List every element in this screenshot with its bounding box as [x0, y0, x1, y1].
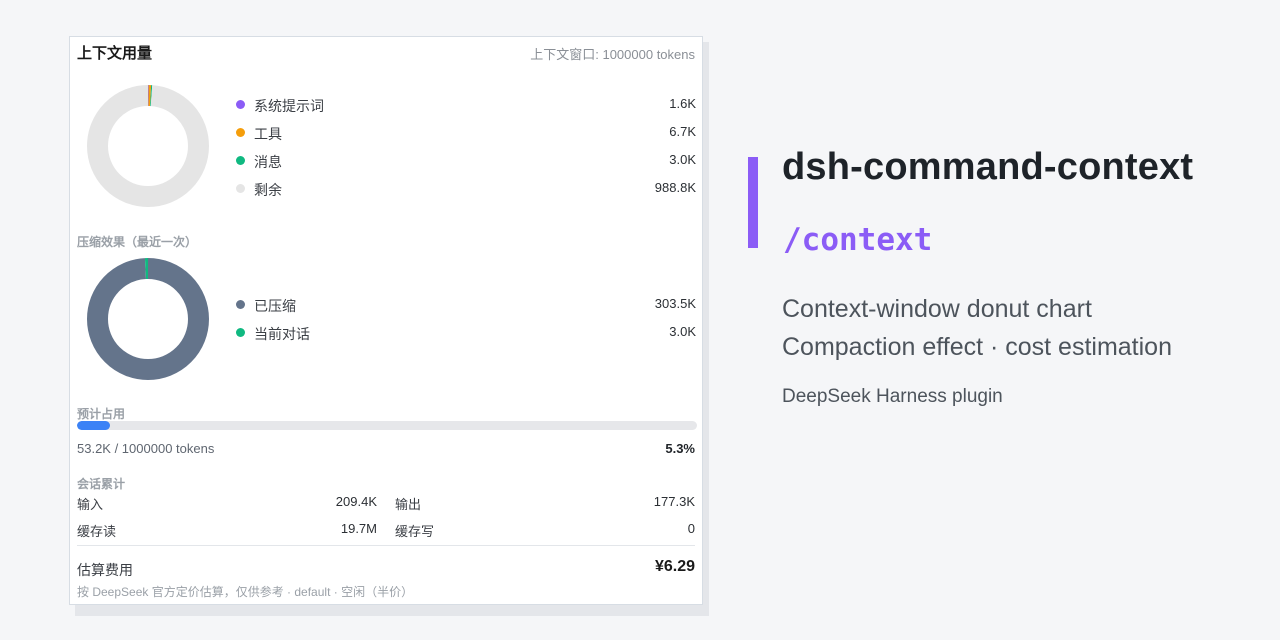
compaction-section-title: 压缩效果（最近一次）	[77, 235, 198, 249]
plugin-description-line-2: Compaction effect · cost estimation	[782, 333, 1172, 361]
output-value: 177.3K	[653, 494, 695, 509]
donut-slice-compressed	[87, 258, 209, 380]
input-value: 209.4K	[335, 494, 377, 509]
legend-dot	[236, 156, 245, 165]
card-title: 上下文用量	[77, 45, 153, 62]
plugin-description-line-1: Context-window donut chart	[782, 295, 1092, 323]
legend-value: 3.0K	[669, 152, 696, 167]
plugin-command: /context	[783, 222, 933, 258]
output-label: 输出	[395, 497, 422, 512]
session-section-title: 会话累计	[77, 477, 126, 491]
plugin-name: dsh-command-context	[782, 146, 1194, 188]
input-label: 输入	[77, 497, 104, 512]
legend-dot	[236, 184, 245, 193]
usage-progress-bar	[77, 421, 697, 430]
compaction-donut-chart	[87, 258, 209, 380]
legend-dot	[236, 328, 245, 337]
cost-value: ¥6.29	[654, 558, 695, 575]
legend-item-system-prompt: 系统提示词 1.6K	[236, 95, 696, 115]
legend-item-tools: 工具 6.7K	[236, 123, 696, 143]
usage-tokens-text: 53.2K / 1000000 tokens	[77, 441, 215, 456]
legend-label: 当前对话	[254, 326, 310, 342]
legend-value: 988.8K	[654, 180, 696, 195]
legend-label: 已压缩	[254, 298, 296, 314]
divider	[77, 545, 695, 546]
legend-label: 工具	[254, 126, 282, 142]
donut-slice-remaining	[87, 85, 209, 207]
usage-percent: 5.3%	[665, 441, 695, 456]
legend-item-messages: 消息 3.0K	[236, 151, 696, 171]
cache-write-label: 缓存写	[395, 524, 435, 539]
legend-item-remaining: 剩余 988.8K	[236, 179, 696, 199]
usage-progress-fill	[77, 421, 110, 430]
cache-read-label: 缓存读	[77, 524, 117, 539]
legend-value: 3.0K	[669, 324, 696, 339]
context-donut-chart	[87, 85, 209, 207]
legend-label: 消息	[254, 154, 282, 170]
legend-value: 1.6K	[669, 96, 696, 111]
plugin-subtitle: DeepSeek Harness plugin	[782, 386, 1003, 407]
estimate-section-title: 预计占用	[77, 407, 126, 421]
legend-item-compressed: 已压缩 303.5K	[236, 295, 696, 315]
legend-value: 303.5K	[654, 296, 696, 311]
cost-label: 估算费用	[77, 562, 133, 578]
context-window-info: 上下文窗口: 1000000 tokens	[530, 47, 695, 62]
legend-dot	[236, 300, 245, 309]
legend-item-current-conversation: 当前对话 3.0K	[236, 323, 696, 343]
legend-dot	[236, 100, 245, 109]
legend-label: 剩余	[254, 182, 282, 198]
cache-write-value: 0	[687, 521, 695, 536]
legend-label: 系统提示词	[254, 98, 324, 114]
cache-read-value: 19.7M	[340, 521, 377, 536]
legend-value: 6.7K	[669, 124, 696, 139]
cost-note: 按 DeepSeek 官方定价估算，仅供参考 · default · 空闲（半价…	[77, 585, 414, 599]
accent-bar	[748, 157, 758, 248]
legend-dot	[236, 128, 245, 137]
context-usage-card: 上下文用量 上下文窗口: 1000000 tokens 系统提示词 1.6K 工…	[69, 36, 703, 605]
